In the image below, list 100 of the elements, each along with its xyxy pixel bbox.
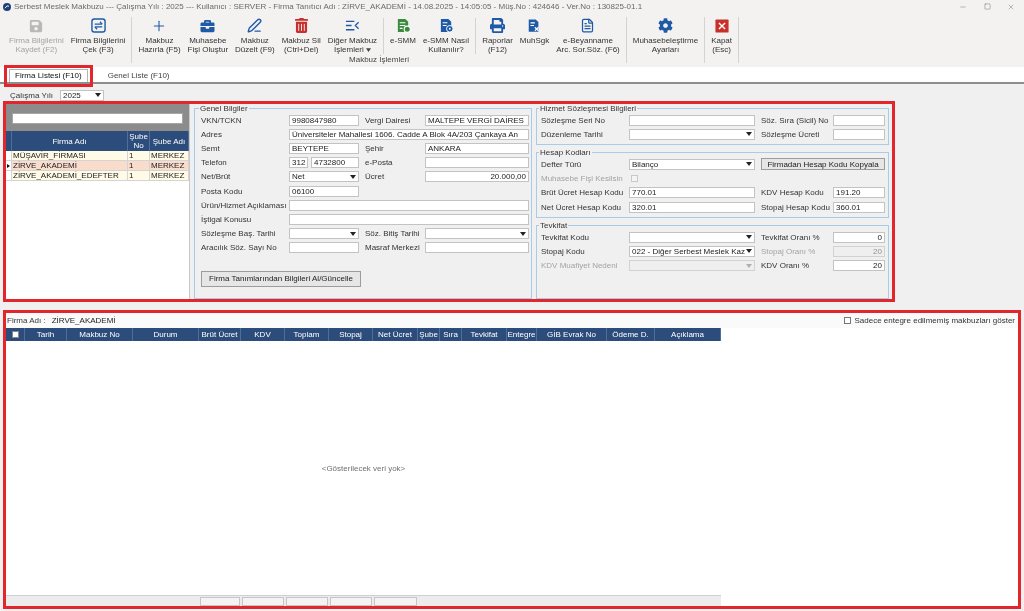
toolbar-button[interactable]: e-Beyanname Arc. Sor.Söz. (F6): [553, 13, 623, 55]
toolbar-button[interactable]: e-SMM: [387, 13, 419, 55]
field-label: İştigal Konusu: [201, 214, 253, 224]
toolbar-button[interactable]: Firma Bilgilerini Çek (F3): [67, 13, 129, 55]
field-label: Ürün/Hizmet Açıklaması: [201, 200, 288, 210]
dropdown-arrow-icon: [95, 93, 101, 97]
text-field[interactable]: [289, 242, 359, 254]
text-field[interactable]: 360.01: [833, 201, 885, 213]
toolbar-button[interactable]: Raporlar (F12): [479, 13, 516, 55]
field-label: Vergi Dairesi: [365, 115, 412, 125]
checkbox[interactable]: [844, 317, 852, 324]
text-field[interactable]: [833, 128, 885, 140]
dropdown-arrow-icon: [746, 162, 752, 167]
column-header: Stopaj: [329, 328, 373, 341]
dropdown-arrow-icon: [746, 263, 752, 268]
column-header: Makbuz No: [67, 328, 133, 341]
text-field[interactable]: [629, 114, 755, 126]
field-label: Çalışma Yılı: [10, 90, 54, 100]
text-field[interactable]: 4732800: [311, 157, 359, 169]
tab[interactable]: Genel Liste (F10): [101, 69, 176, 82]
group-title: Hizmet Sözleşmesi Bilgileri: [539, 104, 638, 113]
number-field[interactable]: 0: [833, 231, 885, 243]
field-label: Tevkifat Kodu: [541, 232, 591, 242]
text-field[interactable]: MALTEPE VERGİ DAİRES: [425, 114, 529, 126]
text-field[interactable]: ANKARA: [425, 142, 529, 154]
field-label: KDV Oranı %: [761, 261, 810, 271]
toolbar-button[interactable]: Diğer Makbuz İşlemleri: [324, 13, 381, 55]
trash-icon: [294, 18, 308, 33]
table-cell: MERKEZ: [150, 151, 189, 160]
column-header: Sıra: [440, 328, 462, 341]
column-header: GİB Evrak No: [537, 328, 607, 341]
column-header: Ödeme D.: [607, 328, 655, 341]
text-field[interactable]: 320.01: [629, 201, 755, 213]
search-field[interactable]: [12, 113, 183, 124]
dropdown[interactable]: 022 - Diğer Serbest Meslek Kaz: [629, 245, 755, 257]
text-field[interactable]: 770.01: [629, 187, 755, 199]
dropdown[interactable]: [629, 128, 755, 140]
toolbar-button[interactable]: Muhasebe Fişi Oluştur: [184, 13, 232, 55]
field-label: Adres: [201, 129, 223, 139]
text-field[interactable]: 9980847980: [289, 114, 359, 126]
pencil-icon: [247, 18, 263, 33]
checkbox[interactable]: [11, 331, 19, 338]
text-field[interactable]: [425, 157, 529, 169]
number-field[interactable]: 20.000,00: [425, 171, 529, 183]
printer-icon: [489, 18, 505, 33]
text-field[interactable]: Üniversiteler Mahallesi 1606. Cadde A Blok 4A/203 Çankaya An: [289, 128, 529, 140]
field-label: Sözleşme Ücreti: [761, 129, 821, 139]
gear-icon: [657, 18, 673, 33]
field-label: KDV Muafiyet Nedeni: [541, 261, 619, 271]
toolbar-button[interactable]: Muhasebeleştirme Ayarları: [629, 13, 702, 55]
field-label: Semt: [201, 143, 221, 153]
toolbar-button[interactable]: Makbuz Sil (Ctrl+Del): [278, 13, 324, 55]
table-row[interactable]: ZİRVE_AKADEMİ_EDEFTER 1 MERKEZ: [6, 171, 189, 181]
field-label: Muhasebe Fişi Kesilsin: [541, 174, 624, 184]
briefcase-icon: [200, 18, 216, 33]
dropdown[interactable]: 2025: [60, 89, 104, 101]
text-field[interactable]: [289, 213, 529, 225]
number-field[interactable]: 20: [833, 260, 885, 272]
text-field[interactable]: 312: [289, 157, 308, 169]
table-cell: 1: [128, 151, 150, 160]
column-header: Durum: [133, 328, 199, 341]
table-cell: MERKEZ: [150, 161, 189, 170]
toolbar-button[interactable]: e-SMM Nasıl Kullanılır?: [419, 13, 473, 55]
update-button[interactable]: Firma Tanımlarından Bilgileri Al/Güncelle: [201, 270, 361, 287]
document-icon: [395, 18, 411, 33]
toolbar-button[interactable]: Makbuz Düzelt (F9): [232, 13, 278, 55]
field-label: Tevkifat Oranı %: [761, 232, 821, 242]
text-field[interactable]: [833, 114, 885, 126]
toolbar-button[interactable]: MuhSgk: [516, 13, 553, 55]
text-field[interactable]: 06100: [289, 185, 359, 197]
dropdown[interactable]: [289, 228, 359, 240]
document-icon: [438, 18, 454, 33]
dropdown-arrow-icon: [746, 235, 752, 240]
dropdown[interactable]: Net: [289, 171, 359, 183]
row-pointer-icon: [7, 163, 10, 168]
caret-icon: [365, 47, 371, 52]
window-title: Serbest Meslek Makbuzu --- Çalışma Yılı : 2025 --- Kullanıcı : SERVER - Firma Tanıtıcı Adı : ZİRVE_AKADEMİ - 14.08.2025 - 14:05:05 - Müş.No : 424646 - Ver.No : 130825-01.1: [14, 1, 643, 12]
group-title: Hesap Kodları: [539, 148, 592, 158]
field-label: Net/Brüt: [201, 172, 232, 182]
tab[interactable]: Firma Listesi (F10): [9, 69, 88, 82]
form-button[interactable]: Firmadan Hesap Kodu Kopyala: [761, 158, 885, 171]
toolbar-button[interactable]: Kapat (Esc): [708, 13, 736, 55]
table-cell: MÜŞAVİR_FİRMASI: [12, 151, 128, 160]
text-field[interactable]: 191.20: [833, 187, 885, 199]
field-label: Masraf Merkezi: [365, 243, 421, 253]
document-icon: [580, 18, 596, 33]
field-label: Stopaj Hesap Kodu: [761, 202, 831, 212]
table-cell: 1: [128, 171, 150, 180]
dropdown[interactable]: Bilanço: [629, 158, 755, 170]
toolbar-button[interactable]: Makbuz Hazırla (F5): [135, 13, 184, 55]
field-label: Sözleşme Baş. Tarihi: [201, 229, 277, 239]
text-field[interactable]: [425, 242, 529, 254]
dropdown-arrow-icon: [350, 231, 356, 236]
column-header: Şube: [418, 328, 440, 341]
dropdown[interactable]: [629, 231, 755, 243]
field-label: Posta Kodu: [201, 186, 244, 196]
text-field[interactable]: [289, 199, 529, 211]
dropdown[interactable]: [425, 228, 529, 240]
text-field[interactable]: BEYTEPE: [289, 142, 359, 154]
field-label: Aracılık Söz. Sayı No: [201, 243, 278, 253]
